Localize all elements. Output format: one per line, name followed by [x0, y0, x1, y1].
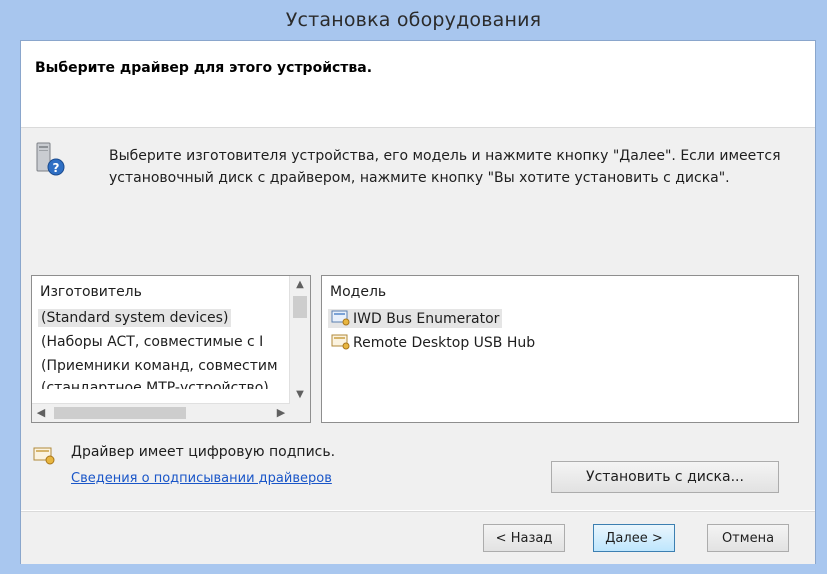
model-item-label: IWD Bus Enumerator [353, 311, 500, 327]
manufacturer-listbox[interactable]: Изготовитель (Standard system devices) (… [31, 275, 311, 423]
next-button[interactable]: Далее > [593, 524, 675, 552]
driver-signed-icon [331, 334, 350, 350]
scroll-down-arrow-icon[interactable]: ▼ [290, 386, 310, 404]
manufacturer-vertical-scrollbar[interactable]: ▲ ▼ [289, 276, 310, 404]
cancel-button[interactable]: Отмена [707, 524, 789, 552]
list-item[interactable]: (Приемники команд, совместим [38, 357, 281, 375]
install-hardware-window: Установка оборудования Выберите драйвер … [0, 0, 827, 574]
wizard-header: Выберите драйвер для этого устройства. [21, 41, 815, 128]
list-item[interactable]: IWD Bus Enumerator [328, 309, 503, 328]
scroll-right-arrow-icon[interactable]: ▶ [272, 404, 290, 422]
scroll-up-arrow-icon[interactable]: ▲ [290, 276, 310, 294]
svg-text:?: ? [53, 161, 60, 175]
scrollbar-corner [290, 404, 310, 422]
wizard-client-area: Выберите драйвер для этого устройства. ?… [20, 40, 816, 564]
manufacturer-horizontal-scrollbar[interactable]: ◀ ▶ [32, 403, 290, 422]
driver-signed-icon [331, 310, 350, 326]
have-disk-button[interactable]: Установить с диска... [551, 461, 779, 493]
model-listbox[interactable]: Модель IWD Bus Enumerator Remote Desktop… [321, 275, 799, 423]
hardware-help-icon: ? [36, 142, 65, 176]
wizard-body: ? Выберите изготовителя устройства, его … [21, 128, 815, 510]
driver-signing-info-link[interactable]: Сведения о подписывании драйверов [71, 471, 332, 486]
scroll-thumb[interactable] [293, 296, 307, 318]
model-list-header: Модель [330, 284, 387, 300]
list-item[interactable]: Remote Desktop USB Hub [328, 333, 538, 352]
scroll-left-arrow-icon[interactable]: ◀ [32, 404, 50, 422]
instruction-text: Выберите изготовителя устройства, его мо… [109, 148, 781, 186]
model-item-label: Remote Desktop USB Hub [353, 335, 536, 351]
back-button[interactable]: < Назад [483, 524, 565, 552]
manufacturer-list-header: Изготовитель [40, 284, 142, 300]
digital-signature-icon [33, 447, 55, 465]
scroll-thumb[interactable] [54, 407, 186, 419]
window-title: Установка оборудования [285, 9, 542, 31]
page-heading: Выберите драйвер для этого устройства. [35, 60, 373, 76]
signature-status-text: Драйвер имеет цифровую подпись. [71, 444, 336, 460]
list-item[interactable]: (Наборы ACT, совместимые с I [38, 333, 266, 351]
list-item[interactable]: (Standard system devices) [38, 309, 232, 327]
list-item[interactable]: (стандартное MTP-устройство) [38, 379, 272, 389]
wizard-footer: < Назад Далее > Отмена [21, 511, 815, 564]
title-bar[interactable]: Установка оборудования [0, 0, 827, 40]
